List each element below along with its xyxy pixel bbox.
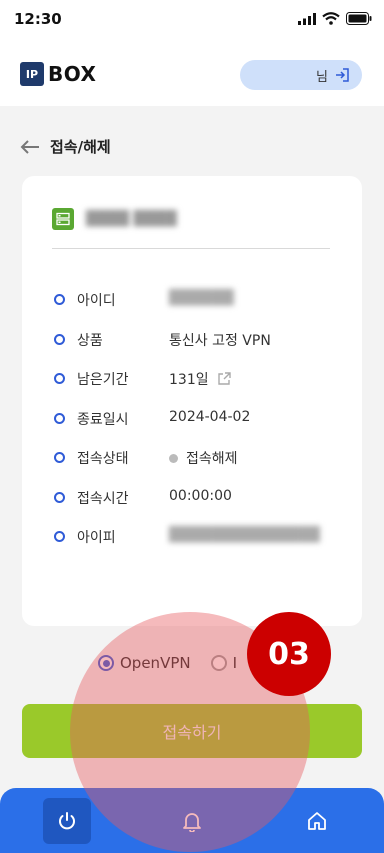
status-dot-icon	[169, 453, 178, 463]
info-row-end-date: 종료일시 2024-04-02	[54, 409, 344, 449]
power-icon	[59, 812, 75, 830]
bullet-icon	[54, 412, 65, 424]
bullet-icon	[54, 452, 65, 463]
info-label: 종료일시	[77, 411, 129, 428]
info-value-status: 접속해제	[186, 451, 238, 467]
status-bar: 12:30	[0, 0, 384, 44]
info-row-ip: 아이피 ██████████████	[54, 527, 344, 567]
info-row-connect-time: 접속시간 00:00:00	[54, 488, 344, 528]
external-link-icon[interactable]	[217, 372, 231, 386]
battery-icon	[346, 12, 372, 25]
back-arrow-icon[interactable]	[20, 139, 40, 155]
info-value-connect-time: 00:00:00	[169, 487, 232, 504]
back-navigation[interactable]: 접속/해제	[20, 136, 111, 157]
info-value-remaining: 131일	[169, 372, 209, 388]
nav-power[interactable]	[43, 798, 91, 844]
logout-icon	[336, 68, 349, 82]
bullet-icon	[54, 491, 65, 503]
info-value-status-wrap: 접속해제	[169, 448, 238, 468]
info-label: 접속시간	[77, 490, 129, 507]
home-icon	[308, 812, 326, 830]
info-row-remaining: 남은기간 131일	[54, 369, 344, 409]
server-info: ████ ████	[52, 208, 177, 230]
info-value-remaining-wrap: 131일	[169, 369, 231, 389]
info-row-id: 아이디 ██████	[54, 290, 344, 330]
app-header: IP BOX 님	[0, 44, 384, 106]
page-title: 접속/해제	[50, 138, 111, 156]
card-divider	[52, 248, 330, 249]
bullet-icon	[54, 294, 65, 305]
bullet-icon	[54, 373, 65, 384]
info-value-product: 통신사 고정 VPN	[169, 332, 271, 349]
status-icons	[298, 12, 372, 25]
info-row-status: 접속상태 접속해제	[54, 448, 344, 488]
info-row-product: 상품 통신사 고정 VPN	[54, 330, 344, 370]
step-badge: 03	[247, 612, 331, 696]
app-logo[interactable]: IP BOX	[20, 62, 96, 86]
wifi-icon	[322, 12, 340, 25]
info-value-end-date: 2024-04-02	[169, 408, 251, 425]
info-label: 접속상태	[77, 451, 129, 467]
info-label: 상품	[77, 332, 103, 349]
info-label: 남은기간	[77, 372, 129, 388]
info-value-id: ██████	[169, 290, 234, 306]
user-account-button[interactable]: 님	[240, 60, 362, 90]
bullet-icon	[54, 531, 65, 542]
bullet-icon	[54, 333, 65, 345]
connection-info-card: ████ ████ 아이디 ██████ 상품 통신사 고정 VPN 남은기간 …	[22, 176, 362, 626]
info-label: 아이피	[77, 530, 116, 546]
server-name: ████ ████	[86, 211, 177, 227]
info-label: 아이디	[77, 293, 116, 309]
nav-home[interactable]	[293, 798, 341, 844]
info-rows: 아이디 ██████ 상품 통신사 고정 VPN 남은기간 131일 종료일시 …	[54, 290, 344, 567]
logo-mark: IP	[20, 62, 44, 86]
signal-icon	[298, 12, 316, 25]
info-value-ip: ██████████████	[169, 527, 320, 543]
status-time: 12:30	[14, 10, 62, 28]
user-name-label: 님	[316, 69, 328, 85]
server-icon	[52, 208, 74, 230]
logo-text: BOX	[48, 62, 97, 86]
